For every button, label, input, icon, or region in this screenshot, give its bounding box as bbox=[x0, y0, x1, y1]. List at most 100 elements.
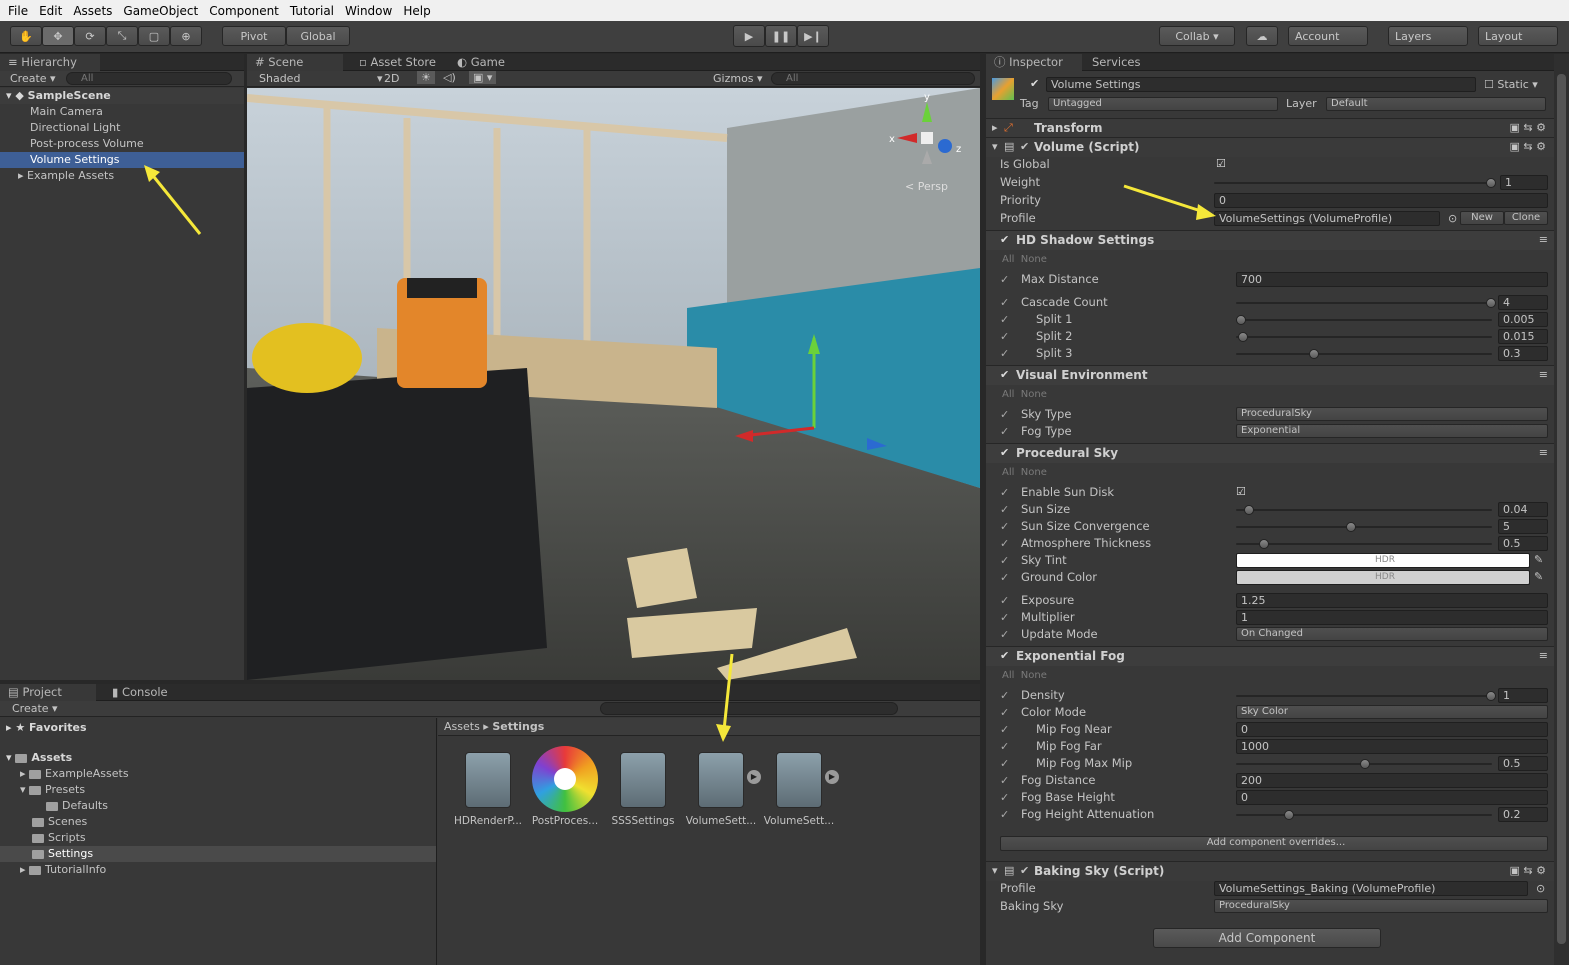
split1-slider[interactable] bbox=[1236, 319, 1492, 321]
atmosphere-slider[interactable] bbox=[1236, 543, 1492, 545]
global-button[interactable]: Global bbox=[286, 26, 350, 46]
override-checkbox[interactable]: ✓ bbox=[1000, 690, 1011, 701]
scene-viewport[interactable] bbox=[247, 88, 980, 680]
all-label[interactable]: All bbox=[1002, 670, 1014, 681]
section-menu-icon[interactable]: ≡ bbox=[1539, 368, 1548, 381]
override-checkbox[interactable]: ✓ bbox=[1000, 348, 1011, 359]
slider-knob[interactable] bbox=[1486, 691, 1496, 701]
hand-tool-icon[interactable]: ✋ bbox=[10, 26, 42, 46]
slider-knob[interactable] bbox=[1259, 539, 1269, 549]
menu-component[interactable]: Component bbox=[205, 4, 283, 18]
profile-field[interactable]: VolumeSettings (VolumeProfile) bbox=[1214, 211, 1440, 226]
fog-distance-field[interactable]: 200 bbox=[1236, 773, 1548, 788]
perspective-label[interactable]: < Persp bbox=[905, 180, 948, 193]
expand-asset-icon[interactable]: ▶ bbox=[747, 770, 761, 784]
object-picker-icon[interactable]: ⊙ bbox=[1536, 882, 1545, 895]
unity-asset-icon[interactable] bbox=[620, 752, 666, 808]
lighting-toggle-icon[interactable]: ☀ bbox=[417, 71, 435, 84]
section-enabled-checkbox[interactable]: ✔ bbox=[1000, 368, 1009, 381]
all-label[interactable]: All bbox=[1002, 467, 1014, 478]
clone-profile-button[interactable]: Clone bbox=[1504, 211, 1548, 225]
slider-knob[interactable] bbox=[1346, 522, 1356, 532]
weight-field[interactable]: 1 bbox=[1500, 175, 1548, 190]
override-checkbox[interactable]: ✓ bbox=[1000, 707, 1011, 718]
folder-item[interactable]: ▸ TutorialInfo bbox=[0, 862, 436, 878]
breadcrumb-assets[interactable]: Assets bbox=[444, 720, 480, 733]
section-menu-icon[interactable]: ≡ bbox=[1539, 649, 1548, 662]
mip-near-field[interactable]: 0 bbox=[1236, 722, 1548, 737]
sun-size-conv-field[interactable]: 5 bbox=[1498, 519, 1548, 534]
hierarchy-create-button[interactable]: Create ▾ bbox=[10, 72, 56, 85]
active-checkbox[interactable]: ✔ bbox=[1030, 77, 1039, 90]
override-checkbox[interactable]: ✓ bbox=[1000, 504, 1011, 515]
none-label[interactable]: None bbox=[1021, 467, 1047, 478]
component-settings-icon[interactable]: ▣ ⇆ ⚙ bbox=[1510, 140, 1546, 153]
visual-env-header[interactable]: ✔ Visual Environment ≡ bbox=[986, 365, 1554, 385]
split2-slider[interactable] bbox=[1236, 336, 1492, 338]
slider-knob[interactable] bbox=[1360, 759, 1370, 769]
audio-toggle-icon[interactable]: ◁) bbox=[443, 71, 456, 84]
folder-item[interactable]: ▸ ExampleAssets bbox=[0, 766, 436, 782]
override-checkbox[interactable]: ✓ bbox=[1000, 538, 1011, 549]
folder-item[interactable]: Scripts bbox=[0, 830, 436, 846]
sun-size-field[interactable]: 0.04 bbox=[1498, 502, 1548, 517]
sky-type-dropdown[interactable]: ProceduralSky bbox=[1236, 407, 1548, 421]
all-none-toggle[interactable]: All None bbox=[1002, 670, 1047, 681]
override-checkbox[interactable]: ✓ bbox=[1000, 521, 1011, 532]
unity-asset-icon[interactable] bbox=[698, 752, 744, 808]
override-checkbox[interactable]: ✓ bbox=[1000, 724, 1011, 735]
none-label[interactable]: None bbox=[1021, 670, 1047, 681]
section-enabled-checkbox[interactable]: ✔ bbox=[1000, 649, 1009, 662]
priority-field[interactable]: 0 bbox=[1214, 193, 1548, 208]
fog-height-att-slider[interactable] bbox=[1236, 814, 1492, 816]
cascade-count-slider[interactable] bbox=[1236, 302, 1492, 304]
slider-knob[interactable] bbox=[1236, 315, 1246, 325]
tab-inspector[interactable]: ⓘ Inspector bbox=[986, 54, 1082, 71]
object-picker-icon[interactable]: ⊙ bbox=[1448, 212, 1457, 225]
gizmos-dropdown[interactable]: Gizmos ▾ bbox=[713, 72, 763, 85]
tab-console[interactable]: ▮ Console bbox=[104, 684, 176, 701]
update-mode-dropdown[interactable]: On Changed bbox=[1236, 627, 1548, 641]
scale-tool-icon[interactable]: ⤡ bbox=[106, 26, 138, 46]
inspector-scrollbar[interactable] bbox=[1554, 54, 1569, 965]
fog-base-field[interactable]: 0 bbox=[1236, 790, 1548, 805]
layer-dropdown[interactable]: Default bbox=[1326, 97, 1546, 111]
scene-search-input[interactable]: All bbox=[771, 72, 975, 85]
menu-help[interactable]: Help bbox=[399, 4, 434, 18]
assets-node[interactable]: ▾ Assets bbox=[0, 750, 436, 766]
step-button[interactable]: ▶❙ bbox=[797, 25, 829, 47]
tab-hierarchy[interactable]: ≡ Hierarchy bbox=[0, 54, 100, 71]
object-name-field[interactable]: Volume Settings bbox=[1046, 77, 1476, 92]
override-checkbox[interactable]: ✓ bbox=[1000, 555, 1011, 566]
scene-root[interactable]: ▾ ◆ SampleScene bbox=[0, 88, 244, 104]
mip-far-field[interactable]: 1000 bbox=[1236, 739, 1548, 754]
slider-knob[interactable] bbox=[1486, 298, 1496, 308]
static-toggle[interactable]: ☐ Static ▾ bbox=[1484, 78, 1538, 91]
menu-window[interactable]: Window bbox=[341, 4, 396, 18]
cloud-icon[interactable]: ☁ bbox=[1246, 26, 1278, 46]
cascade-count-field[interactable]: 4 bbox=[1498, 295, 1548, 310]
section-enabled-checkbox[interactable]: ✔ bbox=[1000, 446, 1009, 459]
tab-project[interactable]: ▤ Project bbox=[0, 684, 96, 701]
fog-height-att-field[interactable]: 0.2 bbox=[1498, 807, 1548, 822]
tag-dropdown[interactable]: Untagged bbox=[1048, 97, 1278, 111]
section-enabled-checkbox[interactable]: ✔ bbox=[1000, 233, 1009, 246]
exp-fog-header[interactable]: ✔ Exponential Fog ≡ bbox=[986, 646, 1554, 666]
sun-size-conv-slider[interactable] bbox=[1236, 526, 1492, 528]
breadcrumb-settings[interactable]: Settings bbox=[492, 720, 544, 733]
component-settings-icon[interactable]: ▣ ⇆ ⚙ bbox=[1510, 121, 1546, 134]
tab-asset-store[interactable]: ▫ Asset Store bbox=[351, 54, 444, 71]
menu-assets[interactable]: Assets bbox=[69, 4, 116, 18]
section-menu-icon[interactable]: ≡ bbox=[1539, 446, 1548, 459]
none-label[interactable]: None bbox=[1021, 389, 1047, 400]
override-checkbox[interactable]: ✓ bbox=[1000, 297, 1011, 308]
sun-size-slider[interactable] bbox=[1236, 509, 1492, 511]
hierarchy-search-input[interactable]: All bbox=[66, 72, 232, 85]
component-settings-icon[interactable]: ▣ ⇆ ⚙ bbox=[1510, 864, 1546, 877]
tab-services[interactable]: Services bbox=[1084, 54, 1149, 71]
none-label[interactable]: None bbox=[1021, 254, 1047, 265]
add-overrides-button[interactable]: Add component overrides... bbox=[1000, 836, 1548, 851]
baking-sky-header[interactable]: ▾ ▤ ✔ Baking Sky (Script) ▣ ⇆ ⚙ bbox=[986, 861, 1554, 881]
tab-scene[interactable]: # Scene bbox=[247, 54, 343, 71]
transform-tool-icon[interactable]: ⊕ bbox=[170, 26, 202, 46]
